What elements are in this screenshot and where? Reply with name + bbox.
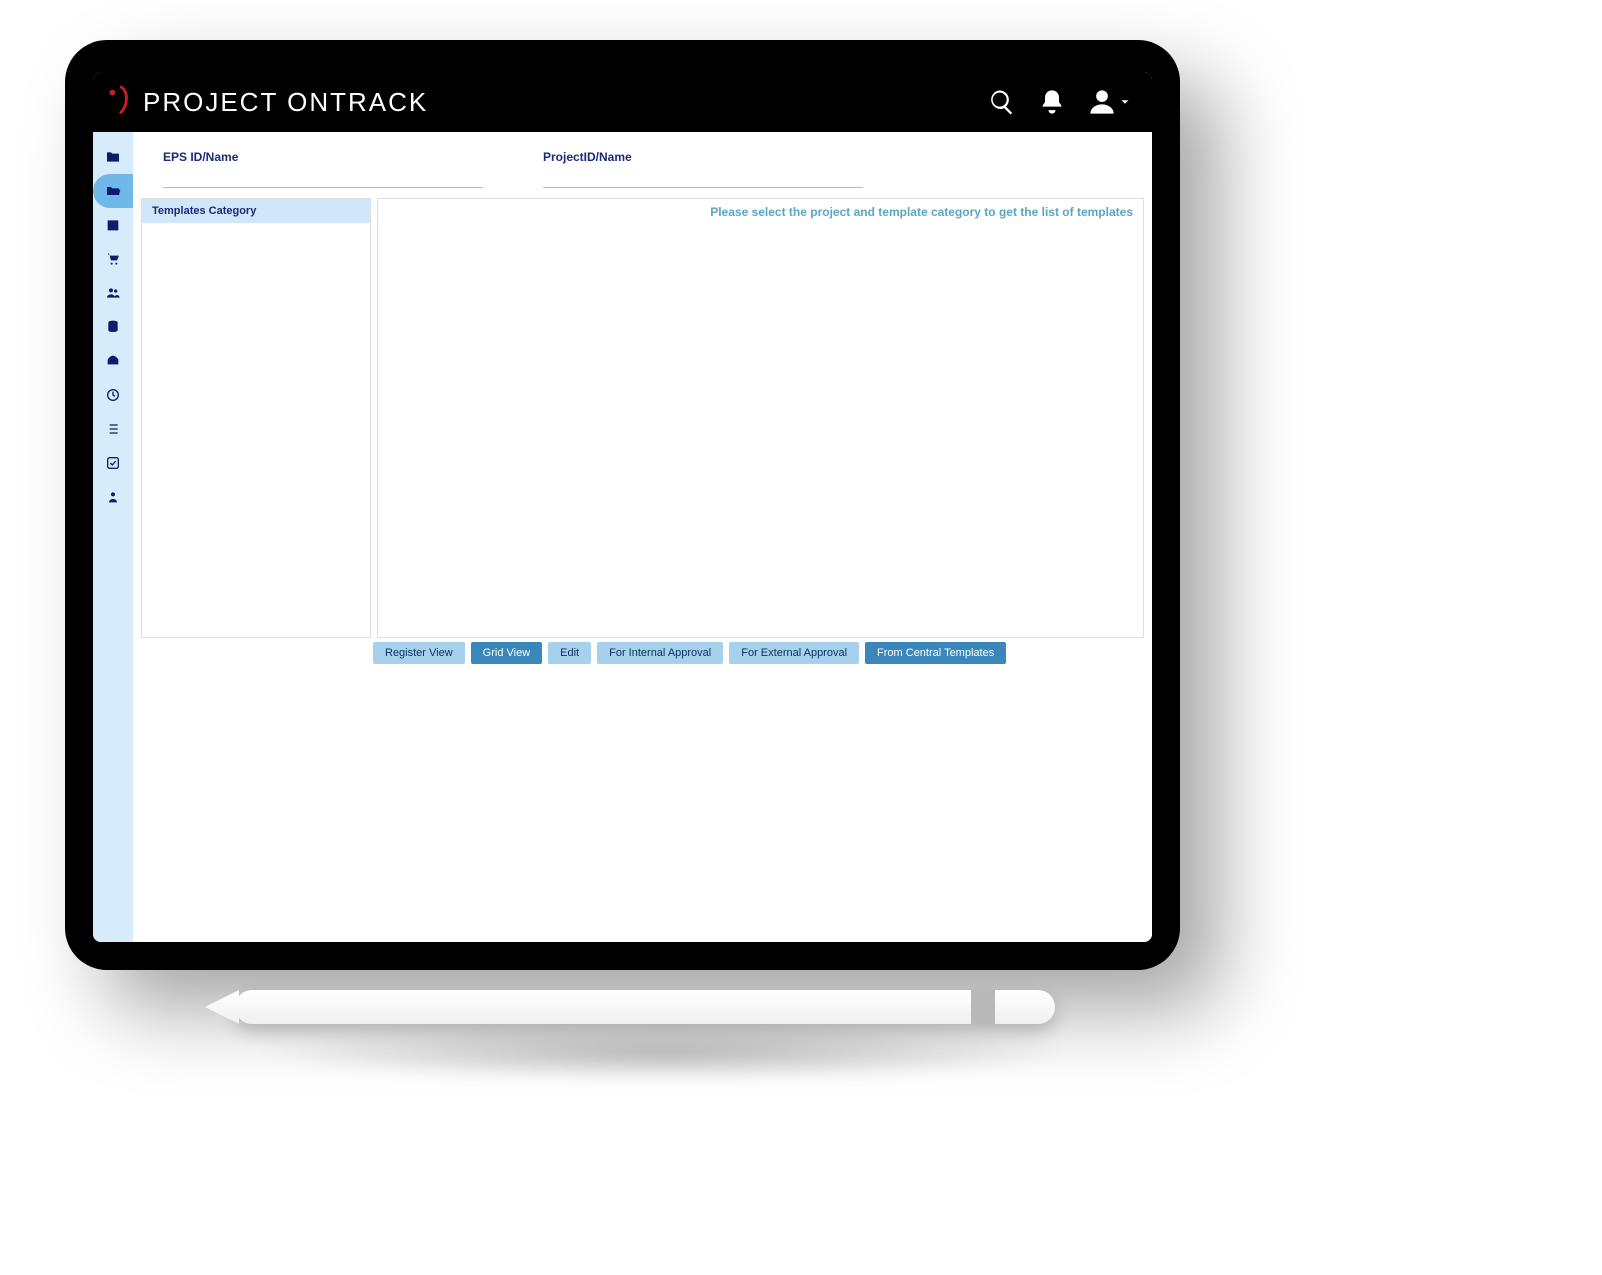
templates-list-panel: Please select the project and template c… — [377, 198, 1144, 638]
sidebar-item-person[interactable] — [93, 480, 133, 514]
sidebar-item-list[interactable] — [93, 412, 133, 446]
stylus-pencil — [235, 990, 1055, 1024]
bottom-buttons: Register View Grid View Edit For Interna… — [133, 638, 1152, 664]
internal-approval-button[interactable]: For Internal Approval — [597, 642, 723, 664]
edit-button[interactable]: Edit — [548, 642, 591, 664]
content-row: Templates Category Please select the pro… — [133, 194, 1152, 638]
app-logo: PROJECT ONTRACK — [101, 83, 428, 121]
templates-category-panel: Templates Category — [141, 198, 371, 638]
sidebar-item-users[interactable] — [93, 276, 133, 310]
project-input[interactable] — [543, 164, 863, 188]
templates-category-header: Templates Category — [142, 199, 370, 223]
chevron-down-icon — [1118, 95, 1132, 109]
eps-label: EPS ID/Name — [163, 150, 483, 164]
sidebar-item-clock[interactable] — [93, 378, 133, 412]
sidebar-item-check[interactable] — [93, 446, 133, 480]
sidebar-item-finance[interactable] — [93, 344, 133, 378]
logo-mark-icon — [101, 83, 139, 121]
external-approval-button[interactable]: For External Approval — [729, 642, 859, 664]
filter-bar: EPS ID/Name ProjectID/Name — [133, 132, 1152, 194]
project-label: ProjectID/Name — [543, 150, 863, 164]
app-body: EPS ID/Name ProjectID/Name Templates Cat… — [93, 132, 1152, 942]
pencil-shadow — [250, 1022, 1080, 1082]
bell-icon[interactable] — [1038, 88, 1066, 116]
blank-area — [133, 664, 1152, 942]
tablet-frame: PROJECT ONTRACK — [65, 40, 1180, 970]
sidebar-item-open-folder[interactable] — [93, 174, 133, 208]
app-window: PROJECT ONTRACK — [93, 72, 1152, 942]
topbar-actions — [988, 88, 1132, 116]
user-menu[interactable] — [1088, 88, 1132, 116]
topbar: PROJECT ONTRACK — [93, 72, 1152, 132]
pencil-band — [971, 990, 995, 1024]
app-title: PROJECT ONTRACK — [143, 87, 428, 118]
sidebar — [93, 132, 133, 942]
grid-view-button[interactable]: Grid View — [471, 642, 542, 664]
eps-field: EPS ID/Name — [163, 150, 483, 188]
sidebar-item-calendar[interactable] — [93, 208, 133, 242]
sidebar-item-cart[interactable] — [93, 242, 133, 276]
search-icon[interactable] — [988, 88, 1016, 116]
register-view-button[interactable]: Register View — [373, 642, 465, 664]
sidebar-item-database[interactable] — [93, 310, 133, 344]
sidebar-item-folder[interactable] — [93, 140, 133, 174]
user-icon — [1088, 88, 1116, 116]
project-field: ProjectID/Name — [543, 150, 863, 188]
helper-message: Please select the project and template c… — [710, 205, 1133, 219]
from-central-templates-button[interactable]: From Central Templates — [865, 642, 1006, 664]
eps-input[interactable] — [163, 164, 483, 188]
main: EPS ID/Name ProjectID/Name Templates Cat… — [133, 132, 1152, 942]
